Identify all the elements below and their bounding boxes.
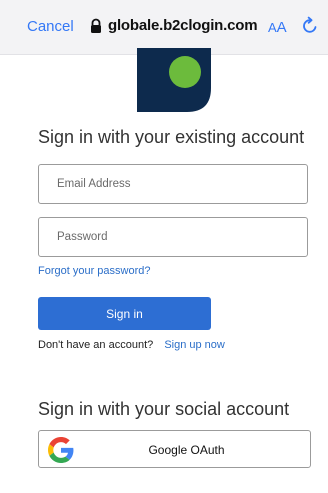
forgot-password-link[interactable]: Forgot your password? <box>38 265 151 277</box>
signup-row: Don't have an account? Sign up now <box>38 339 225 351</box>
google-oauth-button[interactable]: Google OAuth <box>38 430 311 468</box>
text-size-large-label: A <box>276 19 287 36</box>
browser-top-bar: Cancel globale.b2clogin.com AA <box>0 0 328 55</box>
sign-in-button[interactable]: Sign in <box>38 297 211 330</box>
brand-logo-icon <box>137 48 211 112</box>
google-oauth-label: Google OAuth <box>148 443 225 457</box>
no-account-text: Don't have an account? <box>38 339 154 351</box>
text-size-small-label: A <box>268 20 277 35</box>
text-size-button[interactable]: AA <box>268 19 287 36</box>
social-heading: Sign in with your social account <box>38 399 290 419</box>
lock-icon <box>91 18 101 33</box>
sign-up-link[interactable]: Sign up now <box>164 339 225 351</box>
address-bar[interactable]: globale.b2clogin.com <box>88 17 258 34</box>
signin-heading: Sign in with your existing account <box>38 127 305 147</box>
url-text: globale.b2clogin.com <box>108 17 258 34</box>
reload-icon[interactable] <box>300 16 320 36</box>
email-input[interactable] <box>38 164 308 204</box>
cancel-button[interactable]: Cancel <box>27 18 74 35</box>
password-input[interactable] <box>38 217 308 257</box>
